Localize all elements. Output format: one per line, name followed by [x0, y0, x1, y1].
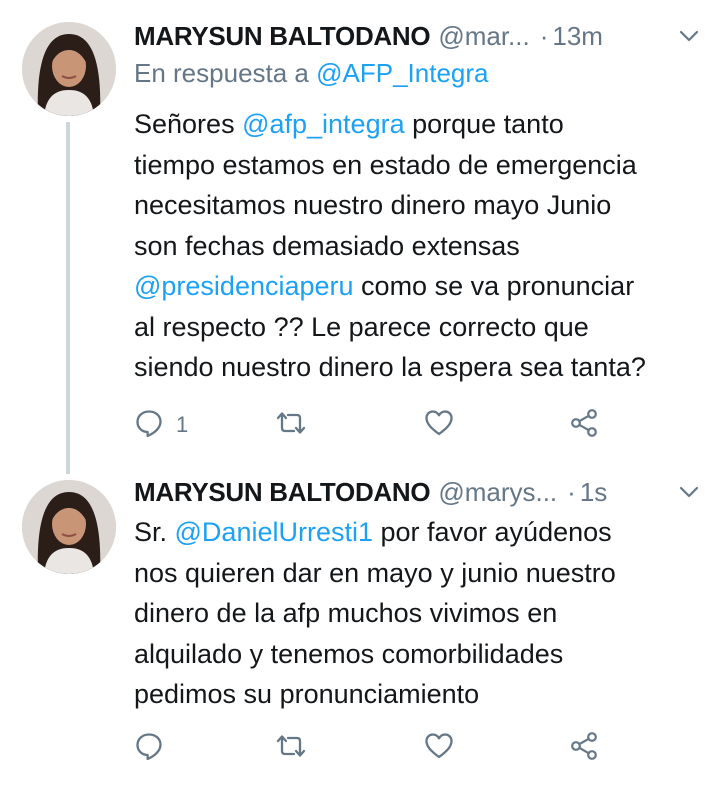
- reply-icon: [134, 731, 164, 766]
- text-segment: al respecto ?? Le parece correcto que: [134, 311, 589, 342]
- chevron-down-icon[interactable]: [674, 477, 704, 507]
- reply-context: En respuesta a @AFP_Integra: [134, 58, 489, 89]
- retweet-icon: [274, 408, 308, 443]
- share-button[interactable]: [568, 405, 600, 445]
- avatar[interactable]: [22, 480, 116, 574]
- tweet-text-line: necesitamos nuestro dinero mayo Junio: [134, 185, 704, 226]
- heart-icon: [424, 731, 454, 766]
- text-segment: Sr.: [134, 517, 175, 547]
- author-name[interactable]: MARYSUN BALTODANO: [134, 477, 431, 508]
- text-segment: por favor ayúdenos: [372, 517, 612, 547]
- reply-button[interactable]: [134, 728, 176, 768]
- reply-to-link[interactable]: @AFP_Integra: [316, 58, 488, 88]
- mention-link[interactable]: @DanielUrresti1: [175, 517, 373, 547]
- retweet-icon: [274, 731, 308, 766]
- tweet-text-line: nos quieren dar en mayo y junio nuestro: [134, 553, 704, 594]
- share-button[interactable]: [568, 728, 600, 768]
- text-segment: dinero de la afp muchos vivimos en: [134, 598, 558, 628]
- reply-button[interactable]: 1: [134, 405, 188, 445]
- text-segment: necesitamos nuestro dinero mayo Junio: [134, 190, 612, 220]
- author-name[interactable]: MARYSUN BALTODANO: [134, 21, 431, 52]
- text-segment: tiempo estamos en estado de emergencia: [134, 149, 637, 180]
- text-segment: alquilado y tenemos comorbilidades: [134, 638, 564, 669]
- text-segment: pedimos su pronunciamiento: [134, 679, 480, 709]
- tweet-text-line: son fechas demasiado extensas: [134, 226, 704, 267]
- mention-link[interactable]: @afp_integra: [242, 109, 405, 139]
- timestamp[interactable]: 1s: [580, 477, 607, 508]
- tweet-text: Señores @afp_integra porque tanto tiempo …: [134, 104, 704, 388]
- text-segment: porque tanto: [404, 109, 564, 139]
- text-segment: como se va pronunciar: [353, 271, 635, 301]
- tweet-text-line: tiempo estamos en estado de emergencia: [134, 145, 704, 186]
- author-handle[interactable]: @mar...: [438, 21, 529, 52]
- retweet-button[interactable]: [274, 728, 308, 768]
- like-button[interactable]: [424, 405, 454, 445]
- author-handle[interactable]: @marys...: [438, 477, 557, 508]
- retweet-button[interactable]: [274, 405, 308, 445]
- tweet-text-line: alquilado y tenemos comorbilidades: [134, 634, 704, 675]
- mention-link[interactable]: @presidenciaperu: [134, 271, 354, 301]
- reply-to-label: En respuesta a: [134, 58, 309, 88]
- text-segment: nos quieren dar en mayo y junio nuestro: [134, 557, 616, 588]
- tweet[interactable]: MARYSUN BALTODANO @marys... · 1s Sr. @Da…: [0, 460, 720, 787]
- separator-dot: ·: [539, 20, 549, 51]
- tweet-text-line: pedimos su pronunciamiento: [134, 674, 704, 715]
- tweet[interactable]: MARYSUN BALTODANO @mar... · 13m En respu…: [0, 0, 720, 460]
- separator-dot: ·: [567, 476, 576, 507]
- share-icon: [568, 407, 600, 444]
- text-segment: Señores: [134, 109, 243, 139]
- text-segment: siendo nuestro dinero la espera sea tant…: [134, 352, 646, 382]
- chevron-down-icon[interactable]: [674, 21, 704, 51]
- tweet-text-line: Sr. @DanielUrresti1 por favor ayúdenos: [134, 512, 704, 553]
- tweet-text-line: @presidenciaperu como se va pronunciar: [134, 266, 704, 307]
- tweet-header: MARYSUN BALTODANO @mar... · 13m: [134, 16, 704, 56]
- tweet-text: Sr. @DanielUrresti1 por favor ayúdenos no…: [134, 512, 704, 715]
- tweet-text-line: siendo nuestro dinero la espera sea tant…: [134, 347, 704, 388]
- tweet-text-line: dinero de la afp muchos vivimos en: [134, 593, 704, 634]
- reply-count: 1: [176, 412, 189, 437]
- like-button[interactable]: [424, 728, 454, 768]
- tweet-header: MARYSUN BALTODANO @marys... · 1s: [134, 472, 704, 512]
- timestamp[interactable]: 13m: [552, 21, 603, 52]
- tweet-actions: [134, 728, 614, 768]
- text-segment: son fechas demasiado extensas: [134, 230, 520, 261]
- avatar[interactable]: [22, 22, 116, 116]
- share-icon: [568, 730, 600, 767]
- reply-icon: [134, 408, 164, 443]
- tweet-text-line: Señores @afp_integra porque tanto: [134, 104, 704, 145]
- tweet-text-line: al respecto ?? Le parece correcto que: [134, 307, 704, 348]
- heart-icon: [424, 408, 454, 443]
- tweet-actions: 1: [134, 405, 614, 445]
